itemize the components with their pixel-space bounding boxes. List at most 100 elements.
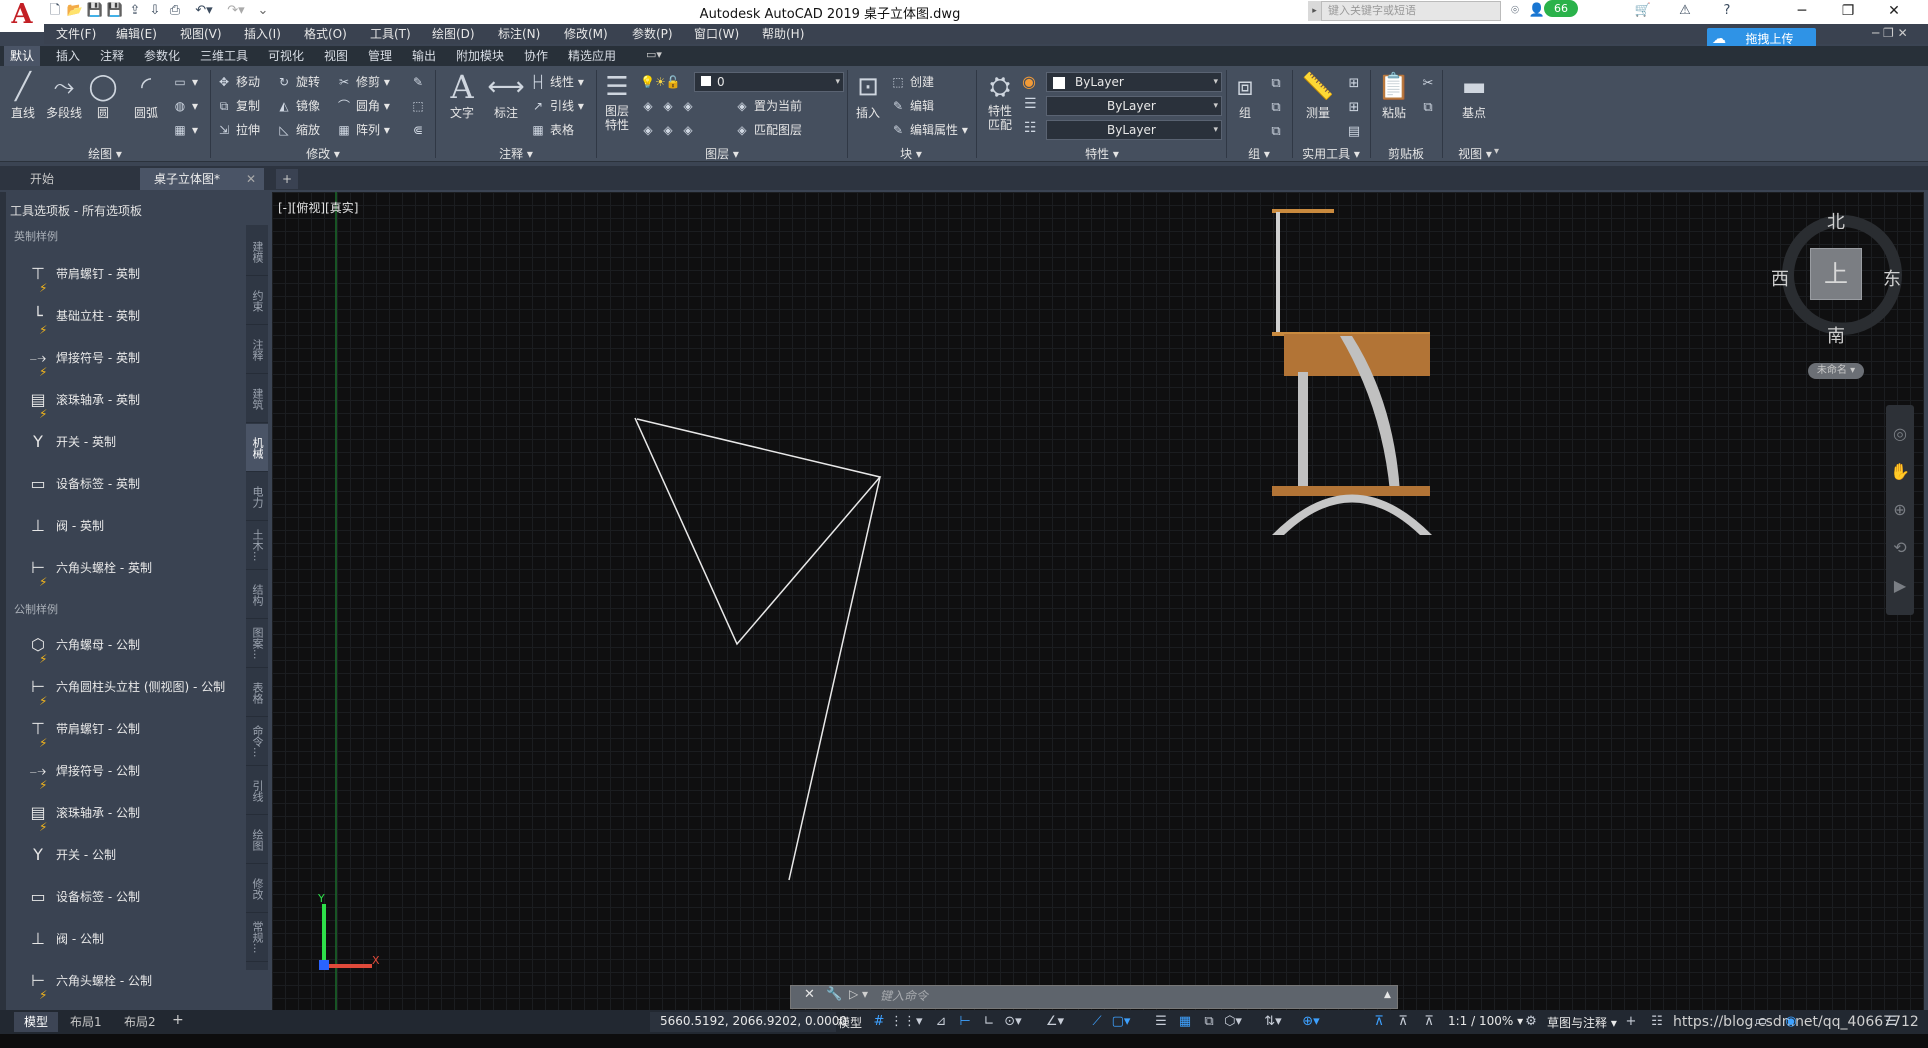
grid-icon[interactable]: # bbox=[868, 1012, 890, 1032]
ribbon-options-icon[interactable]: ▭▾ bbox=[646, 48, 662, 61]
save-icon[interactable]: 💾 bbox=[86, 2, 104, 20]
palette-item-ball-bearing-metric[interactable]: ▤ ⚡ 滚珠轴承 - 公制 bbox=[24, 798, 234, 834]
viewcube-top-face[interactable]: 上 bbox=[1810, 248, 1862, 300]
dynamic-ucs-icon[interactable]: ⇅▾ bbox=[1262, 1012, 1284, 1032]
text-tool[interactable]: A 文字 bbox=[442, 70, 482, 121]
block-panel-label[interactable]: 块 ▾ bbox=[848, 146, 974, 162]
compass-north[interactable]: 北 bbox=[1824, 208, 1848, 234]
match-properties-tool[interactable]: ⛭ 特性 匹配 bbox=[982, 70, 1018, 132]
quick-properties-icon[interactable]: ▭ bbox=[1750, 1012, 1772, 1032]
gradient-tool[interactable]: ▦ ▾ bbox=[172, 120, 198, 140]
tab-home[interactable]: 默认 bbox=[4, 46, 41, 66]
close-icon[interactable]: ✕ bbox=[1872, 0, 1916, 24]
palette-item-valve-metric[interactable]: ⊥ 阀 - 公制 bbox=[24, 924, 234, 954]
vtab-constraints[interactable]: 约束 bbox=[246, 277, 268, 325]
3d-osnap-icon[interactable]: ⬡▾ bbox=[1222, 1012, 1244, 1032]
vtab-electrical[interactable]: 电力 bbox=[246, 473, 268, 521]
autocad-logo-icon[interactable]: A bbox=[0, 0, 44, 32]
new-tab-icon[interactable]: + bbox=[276, 169, 298, 189]
osnap-tracking-icon[interactable]: ∠▾ bbox=[1044, 1012, 1066, 1032]
zoom-icon[interactable]: ⊕ bbox=[1890, 500, 1910, 524]
linetype-dropdown[interactable]: ByLayer ▾ bbox=[1046, 120, 1222, 140]
set-current-tool[interactable]: ◈ 置为当前 bbox=[734, 96, 802, 116]
menu-edit[interactable]: 编辑(E) bbox=[112, 24, 161, 44]
isolate-objects-icon[interactable]: ◉ bbox=[1780, 1012, 1802, 1032]
lineweight-toggle-icon[interactable]: ☰ bbox=[1150, 1012, 1172, 1032]
workspace-gear-icon[interactable]: ⚙ bbox=[1520, 1012, 1542, 1032]
layout-tab-1[interactable]: 布局1 bbox=[60, 1012, 112, 1032]
layer-state-icons[interactable]: 💡☀🔓 bbox=[640, 72, 682, 92]
clipboard-tools[interactable]: ✂ ⧉ bbox=[1418, 72, 1438, 120]
tab-collaborate[interactable]: 协作 bbox=[518, 46, 554, 66]
polyline-tool[interactable]: ⤳ 多段线 bbox=[42, 70, 86, 121]
draw-panel-label[interactable]: 绘图 ▾ bbox=[0, 146, 210, 162]
pan-icon[interactable]: ✋ bbox=[1890, 462, 1910, 486]
plot-icon[interactable]: ⎙ bbox=[166, 2, 184, 20]
cart-icon[interactable]: 🛒 bbox=[1634, 2, 1652, 20]
tab-view[interactable]: 视图 bbox=[318, 46, 354, 66]
dynamic-input-icon[interactable]: ⊢ bbox=[954, 1012, 976, 1032]
menu-format[interactable]: 格式(O) bbox=[300, 24, 351, 44]
orbit-icon[interactable]: ⟲ bbox=[1890, 538, 1910, 562]
paste-tool[interactable]: 📋 粘贴 bbox=[1376, 70, 1412, 121]
menu-insert[interactable]: 插入(I) bbox=[240, 24, 285, 44]
explode-tool[interactable]: ⬚ bbox=[410, 96, 430, 116]
save-web-icon[interactable]: ⇩ bbox=[146, 2, 164, 20]
layers-panel-label[interactable]: 图层 ▾ bbox=[597, 146, 847, 162]
stretch-tool[interactable]: ⇲ 拉伸 bbox=[216, 120, 260, 140]
hatch-tool[interactable]: ◍ ▾ bbox=[172, 96, 198, 116]
leader-tool[interactable]: ↗ 引线 ▾ bbox=[530, 96, 584, 116]
tab-featured-apps[interactable]: 精选应用 bbox=[562, 46, 622, 66]
edit-attr-tool[interactable]: ✎ 编辑属性 ▾ bbox=[890, 120, 968, 140]
osnap-icon[interactable]: ▢▾ bbox=[1110, 1012, 1132, 1032]
layer-tools-row1[interactable]: ◈ ◈ ◈ bbox=[640, 96, 700, 116]
move-tool[interactable]: ✥ 移动 bbox=[216, 72, 260, 92]
tab-drawing[interactable]: 桌子立体图* ✕ bbox=[140, 168, 264, 190]
command-history-icon[interactable]: ▲ bbox=[1384, 990, 1391, 1000]
tab-insert[interactable]: 插入 bbox=[50, 46, 86, 66]
notification-badge[interactable]: 66 bbox=[1544, 0, 1578, 17]
groups-panel-label[interactable]: 组 ▾ bbox=[1227, 146, 1291, 162]
search-expand-icon[interactable]: ▸ bbox=[1308, 1, 1321, 21]
palette-item-weld-symbol-imperial[interactable]: ⤍ ⚡ 焊接符号 - 英制 bbox=[24, 343, 234, 379]
trim-tool[interactable]: ✂ 修剪 ▾ bbox=[336, 72, 390, 92]
vtab-civil[interactable]: 土木... bbox=[246, 522, 268, 570]
palette-item-equipment-tag-imperial[interactable]: ▭ 设备标签 - 英制 bbox=[24, 469, 234, 499]
palette-item-hex-nut-metric[interactable]: ⬡ ⚡ 六角螺母 - 公制 bbox=[24, 630, 234, 666]
measure-tool[interactable]: 📏 测量 bbox=[1298, 70, 1338, 121]
tab-parametric[interactable]: 参数化 bbox=[138, 46, 186, 66]
menu-help[interactable]: 帮助(H) bbox=[758, 24, 808, 44]
quick-access-menu-icon[interactable]: ⌄ bbox=[254, 2, 272, 20]
menu-draw[interactable]: 绘图(D) bbox=[428, 24, 479, 44]
customize-status-icon[interactable]: ☰ bbox=[1880, 1012, 1902, 1032]
tab-3d-tools[interactable]: 三维工具 bbox=[194, 46, 254, 66]
compass-east[interactable]: 东 bbox=[1880, 265, 1904, 291]
palette-item-ball-bearing-imperial[interactable]: ▤ ⚡ 滚珠轴承 - 英制 bbox=[24, 385, 234, 421]
maximize-icon[interactable]: ❐ bbox=[1826, 0, 1870, 24]
tab-output[interactable]: 输出 bbox=[406, 46, 442, 66]
palette-item-valve-imperial[interactable]: ⊥ 阀 - 英制 bbox=[24, 511, 234, 541]
vtab-annotation[interactable]: 注释 bbox=[246, 326, 268, 374]
command-prompt-icon[interactable]: ▷ ▾ bbox=[849, 987, 868, 1001]
menu-view[interactable]: 视图(V) bbox=[176, 24, 226, 44]
utility-tools[interactable]: ⊞ ⊞ ▤ bbox=[1344, 72, 1364, 144]
line-tool[interactable]: ╱ 直线 bbox=[6, 70, 40, 121]
snap-icon[interactable]: ⋮⋮▾ bbox=[890, 1012, 923, 1032]
circle-tool[interactable]: ◯ 圆 bbox=[86, 70, 120, 121]
array-tool[interactable]: ▦ 阵列 ▾ bbox=[336, 120, 390, 140]
vtab-mechanical[interactable]: 机械 bbox=[246, 424, 268, 472]
showmotion-icon[interactable]: ▶ bbox=[1890, 576, 1910, 600]
group-tool[interactable]: ⧈ 组 bbox=[1228, 70, 1262, 121]
palette-item-equipment-tag-metric[interactable]: ▭ 设备标签 - 公制 bbox=[24, 882, 234, 912]
tab-annotate[interactable]: 注释 bbox=[94, 46, 130, 66]
command-close-icon[interactable]: ✕ bbox=[804, 987, 815, 1002]
layer-tools-row2[interactable]: ◈ ◈ ◈ bbox=[640, 120, 700, 140]
menu-parametric[interactable]: 参数(P) bbox=[628, 24, 677, 44]
fillet-tool[interactable]: ⌒ 圆角 ▾ bbox=[336, 96, 390, 116]
vtab-leaders[interactable]: 引线 bbox=[246, 767, 268, 815]
layer-properties-tool[interactable]: ☰ 图层 特性 bbox=[600, 70, 634, 132]
palette-item-hex-bolt-metric[interactable]: ⊢ ⚡ 六角头螺栓 - 公制 bbox=[24, 966, 234, 1002]
tab-visualize[interactable]: 可视化 bbox=[262, 46, 310, 66]
vtab-modify[interactable]: 修改 bbox=[246, 865, 268, 913]
model-space-toggle[interactable]: 模型 bbox=[838, 1014, 862, 1031]
